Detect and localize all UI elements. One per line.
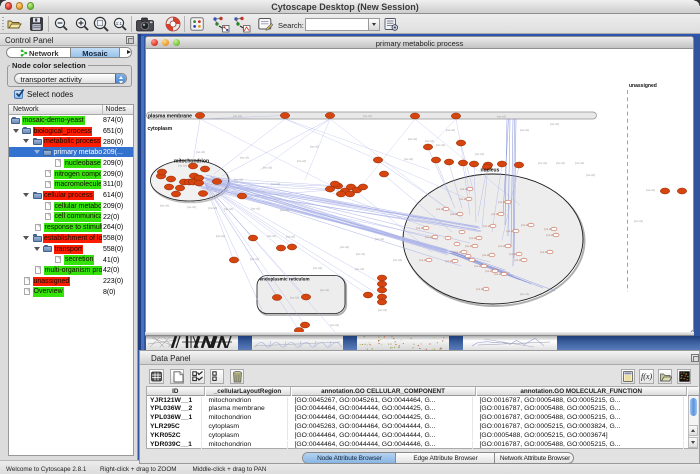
svg-text:[no id]: [no id]	[233, 114, 242, 118]
svg-text:[no id]: [no id]	[160, 204, 169, 208]
svg-text:[no id]: [no id]	[404, 157, 413, 161]
svg-text:[no id]: [no id]	[375, 237, 384, 241]
svg-text:[no id]: [no id]	[313, 266, 322, 270]
svg-text:[no id]: [no id]	[520, 128, 529, 132]
svg-text:[no id]: [no id]	[240, 156, 249, 160]
svg-text:[no id]: [no id]	[224, 207, 233, 211]
svg-text:[no id]: [no id]	[209, 206, 218, 210]
svg-text:[no id]: [no id]	[286, 235, 295, 239]
svg-text:[no id]: [no id]	[196, 150, 205, 154]
svg-text:[no id]: [no id]	[436, 143, 445, 147]
svg-text:plasma membrane: plasma membrane	[148, 114, 192, 120]
svg-text:[no id]: [no id]	[330, 323, 339, 327]
svg-text:[no id]: [no id]	[216, 234, 225, 238]
svg-text:[no id]: [no id]	[187, 205, 196, 209]
svg-text:[no id]: [no id]	[408, 137, 417, 141]
svg-text:[no id]: [no id]	[378, 308, 387, 312]
svg-text:[no id]: [no id]	[550, 122, 559, 126]
svg-text:[no id]: [no id]	[355, 267, 364, 271]
svg-text:[no id]: [no id]	[251, 207, 260, 211]
svg-text:[no id]: [no id]	[297, 159, 306, 163]
svg-text:[no id]: [no id]	[575, 161, 584, 165]
svg-text:[no id]: [no id]	[356, 252, 365, 256]
svg-text:[no id]: [no id]	[290, 296, 299, 300]
svg-text:[no id]: [no id]	[310, 145, 319, 149]
svg-text:[no id]: [no id]	[425, 139, 434, 143]
svg-text:unassigned: unassigned	[629, 83, 657, 89]
svg-text:[no id]: [no id]	[475, 152, 484, 156]
svg-text:[no id]: [no id]	[263, 166, 272, 170]
svg-text:[no id]: [no id]	[393, 258, 402, 262]
svg-text:cytoplasm: cytoplasm	[148, 126, 173, 132]
svg-text:mitochondrion: mitochondrion	[174, 158, 209, 164]
svg-text:[no id]: [no id]	[520, 292, 529, 296]
svg-text:[no id]: [no id]	[538, 161, 547, 165]
svg-text:[no id]: [no id]	[586, 173, 595, 177]
svg-text:[no id]: [no id]	[267, 234, 276, 238]
svg-text:1:1: 1:1	[116, 21, 123, 26]
svg-text:nucleus: nucleus	[481, 168, 500, 174]
svg-text:[no id]: [no id]	[446, 128, 455, 132]
svg-text:[no id]: [no id]	[646, 188, 655, 192]
svg-text:[no id]: [no id]	[556, 161, 565, 165]
svg-text:[no id]: [no id]	[271, 182, 280, 186]
svg-text:[no id]: [no id]	[634, 219, 643, 223]
svg-text:[no id]: [no id]	[363, 114, 372, 118]
svg-text:endoplasmic reticulum: endoplasmic reticulum	[260, 277, 310, 282]
svg-text:[no id]: [no id]	[280, 208, 289, 212]
svg-text:[no id]: [no id]	[340, 245, 349, 249]
svg-text:[no id]: [no id]	[320, 288, 329, 292]
svg-text:[no id]: [no id]	[497, 115, 506, 119]
svg-text:[no id]: [no id]	[250, 257, 259, 261]
svg-text:[no id]: [no id]	[234, 178, 243, 182]
